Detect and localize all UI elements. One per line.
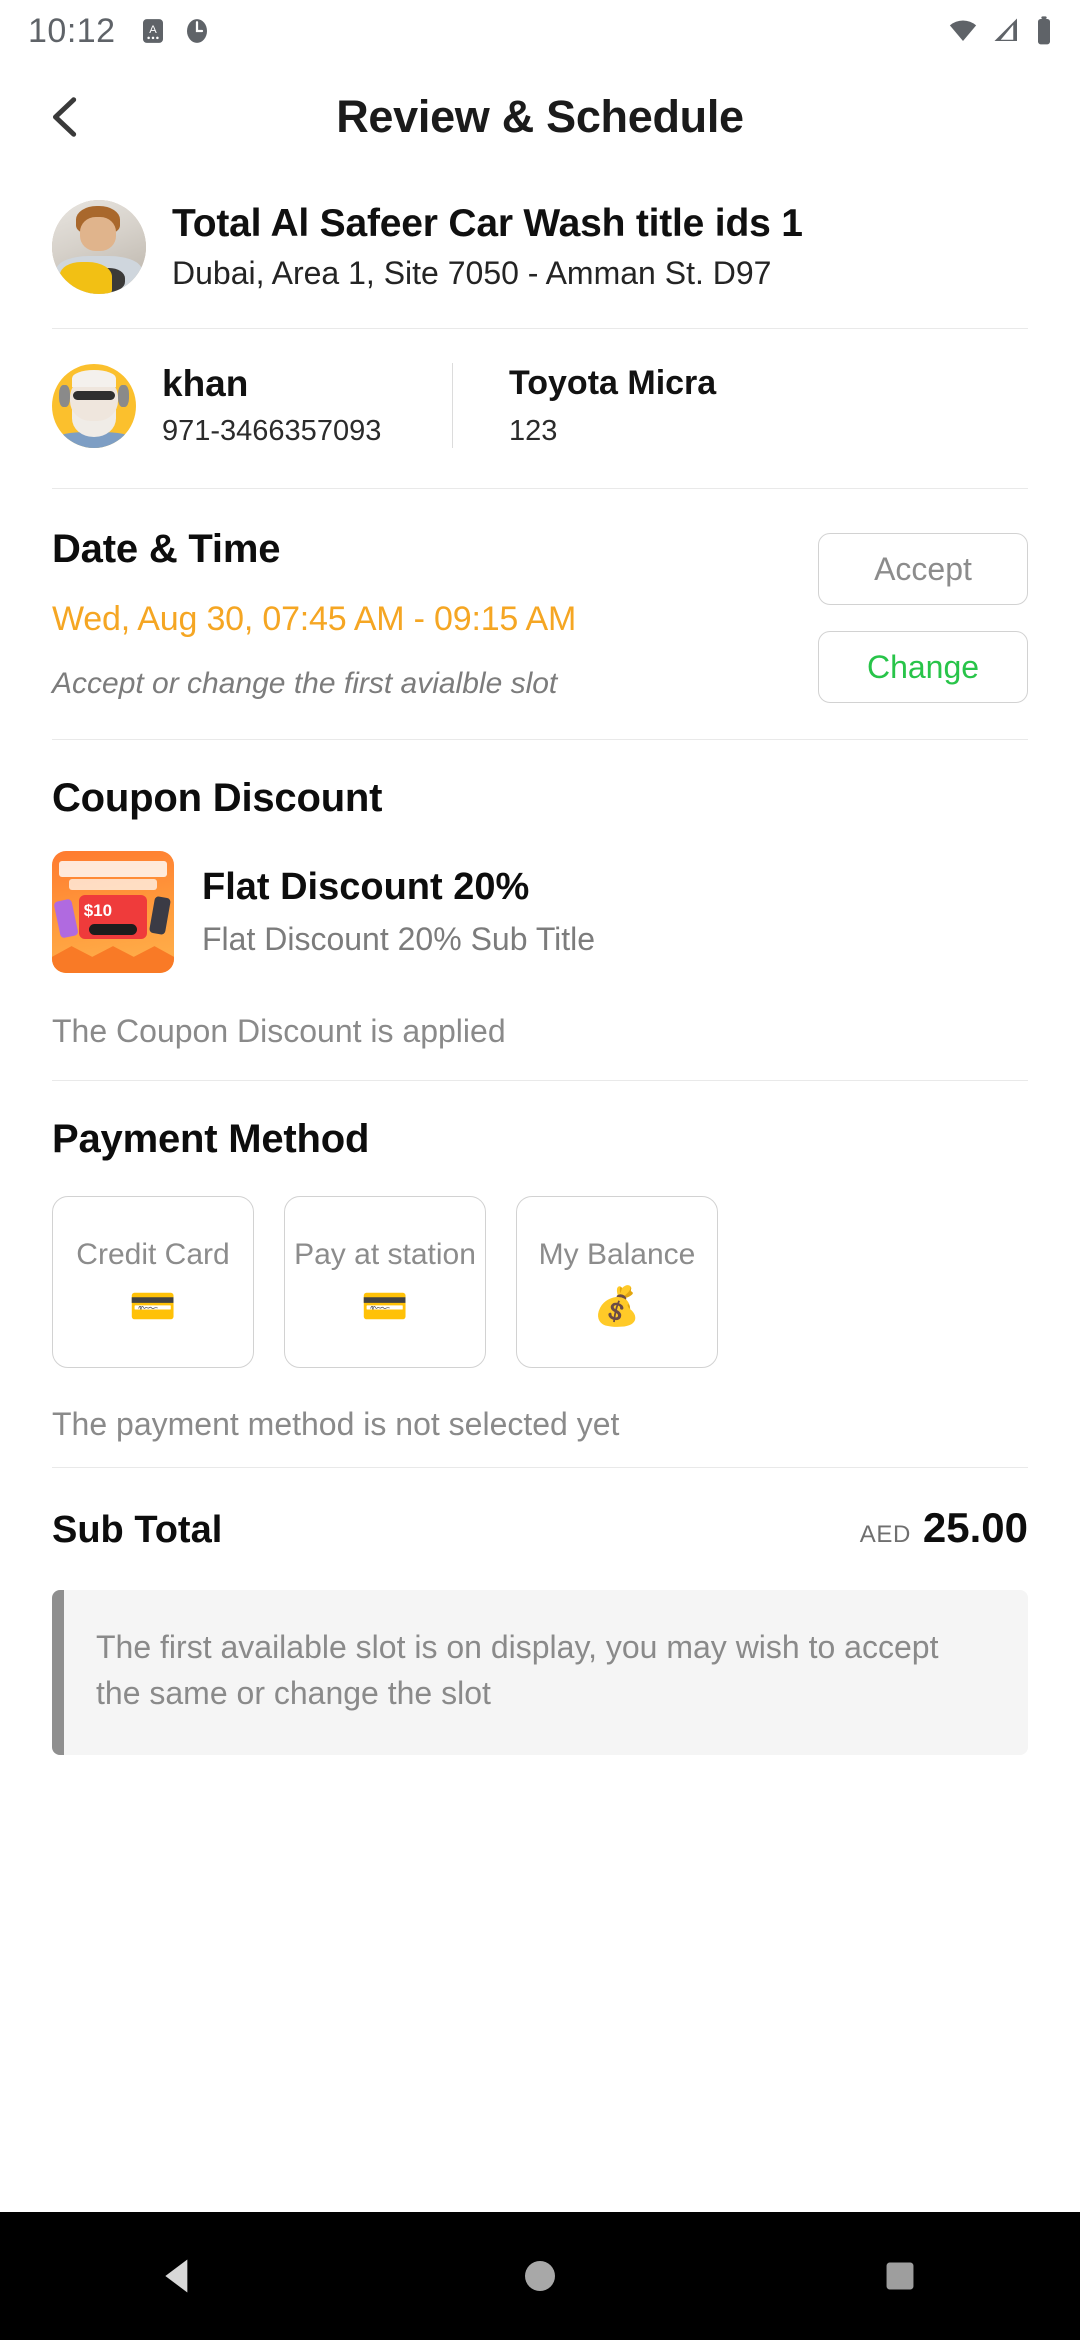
currency-label: AED (859, 1521, 911, 1548)
coupon-section: Coupon Discount $10 Flat Discount 20% Fl… (52, 740, 1028, 1080)
coupon-title: Coupon Discount (52, 776, 383, 820)
customer-name: khan (162, 363, 249, 404)
credit-cards-icon: 💳 (129, 1286, 177, 1328)
status-bar-notifications: A (138, 16, 212, 46)
page-title: Review & Schedule (336, 91, 744, 142)
customer-avatar (52, 363, 136, 448)
app-screen: 10:12 A Review & Schedule Total Al Safee… (0, 0, 1080, 2340)
date-time-title: Date & Time (52, 527, 281, 571)
vertical-divider (452, 363, 453, 448)
payment-section: Payment Method Credit Card 💳 Pay at stat… (52, 1081, 1028, 1467)
payment-options-list[interactable]: Credit Card 💳 Pay at station 💳 My Balanc… (52, 1196, 1028, 1368)
system-navigation-bar (0, 2212, 1080, 2340)
status-bar: 10:12 A (0, 0, 1080, 62)
payment-option-my-balance[interactable]: My Balance 💰 (516, 1196, 718, 1368)
nav-home-button[interactable] (480, 2231, 600, 2321)
sub-total-amount: 25.00 (922, 1504, 1028, 1551)
svg-text:A: A (149, 24, 157, 36)
cellular-signal-icon (994, 18, 1017, 41)
payment-option-pay-at-station[interactable]: Pay at station 💳 (284, 1196, 486, 1368)
coupon-thumbnail: $10 (52, 851, 174, 973)
business-name: Total Al Safeer Car Wash title ids 1 (172, 202, 803, 245)
payment-title: Payment Method (52, 1117, 370, 1161)
business-summary: Total Al Safeer Car Wash title ids 1 Dub… (52, 172, 1028, 328)
status-bar-system-icons (946, 15, 1054, 47)
wallet-card-icon: 💳 (361, 1286, 409, 1328)
payment-status-note: The payment method is not selected yet (52, 1406, 620, 1442)
coupon-subtitle: Flat Discount 20% Sub Title (202, 921, 596, 957)
battery-icon (1038, 16, 1050, 45)
info-banner: The first available slot is on display, … (52, 1590, 1028, 1755)
chevron-left-icon (52, 97, 77, 137)
sub-total-label: Sub Total (52, 1509, 223, 1551)
app-notification-icon: A (142, 19, 163, 43)
payment-option-credit-card[interactable]: Credit Card 💳 (52, 1196, 254, 1368)
vehicle-info: Toyota Micra 123 (509, 364, 716, 448)
payment-option-label: Credit Card (76, 1238, 230, 1271)
vehicle-model: Toyota Micra (509, 363, 717, 402)
coupon-name: Flat Discount 20% (202, 866, 530, 908)
date-time-section: Date & Time Wed, Aug 30, 07:45 AM - 09:1… (52, 489, 1028, 739)
payment-option-label: Pay at station (294, 1238, 476, 1271)
nav-back-button[interactable] (120, 2231, 240, 2321)
vehicle-plate: 123 (509, 414, 558, 447)
wifi-icon (949, 20, 977, 41)
status-bar-clock: 10:12 (28, 11, 116, 50)
selected-slot: Wed, Aug 30, 07:45 AM - 09:15 AM (52, 600, 577, 638)
coupon-item[interactable]: $10 Flat Discount 20% Flat Discount 20% … (52, 851, 1028, 973)
app-bar: Review & Schedule (0, 62, 1080, 172)
accept-slot-button[interactable]: Accept (818, 533, 1028, 605)
banner-text: The first available slot is on display, … (96, 1629, 939, 1712)
customer-vehicle-row: khan 971-3466357093 Toyota Micra 123 (52, 329, 1028, 488)
customer-phone: 971-3466357093 (162, 415, 382, 447)
nav-home-circle-icon (525, 2261, 555, 2291)
banner-accent-bar (52, 1590, 64, 1755)
nav-recents-button[interactable] (840, 2231, 960, 2321)
clock-notification-icon (186, 19, 207, 43)
page-content: Total Al Safeer Car Wash title ids 1 Dub… (0, 172, 1080, 2212)
slot-hint: Accept or change the first avialble slot (52, 667, 558, 700)
coupon-status-note: The Coupon Discount is applied (52, 1013, 506, 1049)
nav-back-triangle-icon (165, 2259, 188, 2293)
payment-option-label: My Balance (538, 1238, 696, 1271)
nav-recents-square-icon (886, 2262, 914, 2290)
business-avatar (52, 200, 146, 294)
back-button[interactable] (18, 69, 114, 165)
sub-total-row: Sub Total AED 25.00 (52, 1468, 1028, 1580)
money-wallet-icon: 💰 (593, 1286, 641, 1328)
change-slot-button[interactable]: Change (818, 631, 1028, 703)
customer-info: khan 971-3466357093 (52, 363, 452, 448)
business-address: Dubai, Area 1, Site 7050 - Amman St. D97 (172, 255, 772, 291)
